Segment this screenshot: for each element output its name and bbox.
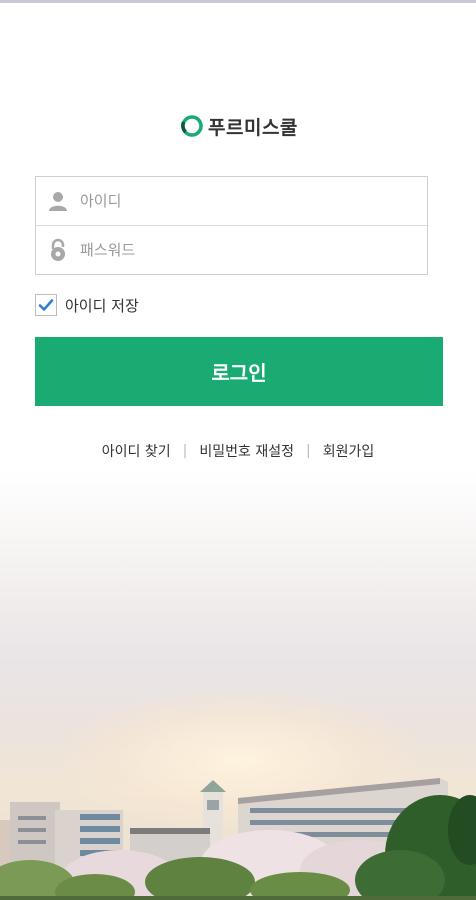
brand-logo: 푸르미스쿨 — [180, 112, 298, 140]
campus-illustration — [0, 778, 476, 900]
remember-id-checkbox[interactable] — [35, 294, 57, 316]
reset-password-link[interactable]: 비밀번호 재설정 — [199, 441, 294, 461]
login-button[interactable]: 로그인 — [35, 337, 443, 406]
id-input[interactable] — [80, 177, 420, 225]
lock-icon — [51, 238, 65, 261]
sign-up-link[interactable]: 회원가입 — [323, 441, 375, 461]
top-divider — [0, 0, 476, 3]
password-field — [36, 225, 427, 274]
ring-logo-icon — [181, 115, 203, 137]
account-links: 아이디 찾기 | 비밀번호 재설정 | 회원가입 — [0, 440, 476, 462]
find-id-link[interactable]: 아이디 찾기 — [102, 441, 171, 461]
link-separator: | — [305, 443, 311, 459]
remember-id[interactable]: 아이디 저장 — [35, 292, 139, 318]
remember-id-label: 아이디 저장 — [65, 296, 139, 315]
brand-name: 푸르미스쿨 — [208, 116, 298, 139]
login-form — [35, 176, 428, 275]
password-input[interactable] — [80, 226, 420, 274]
user-icon — [49, 192, 67, 211]
check-icon — [38, 299, 54, 311]
link-separator: | — [182, 443, 188, 459]
id-field — [36, 177, 427, 225]
